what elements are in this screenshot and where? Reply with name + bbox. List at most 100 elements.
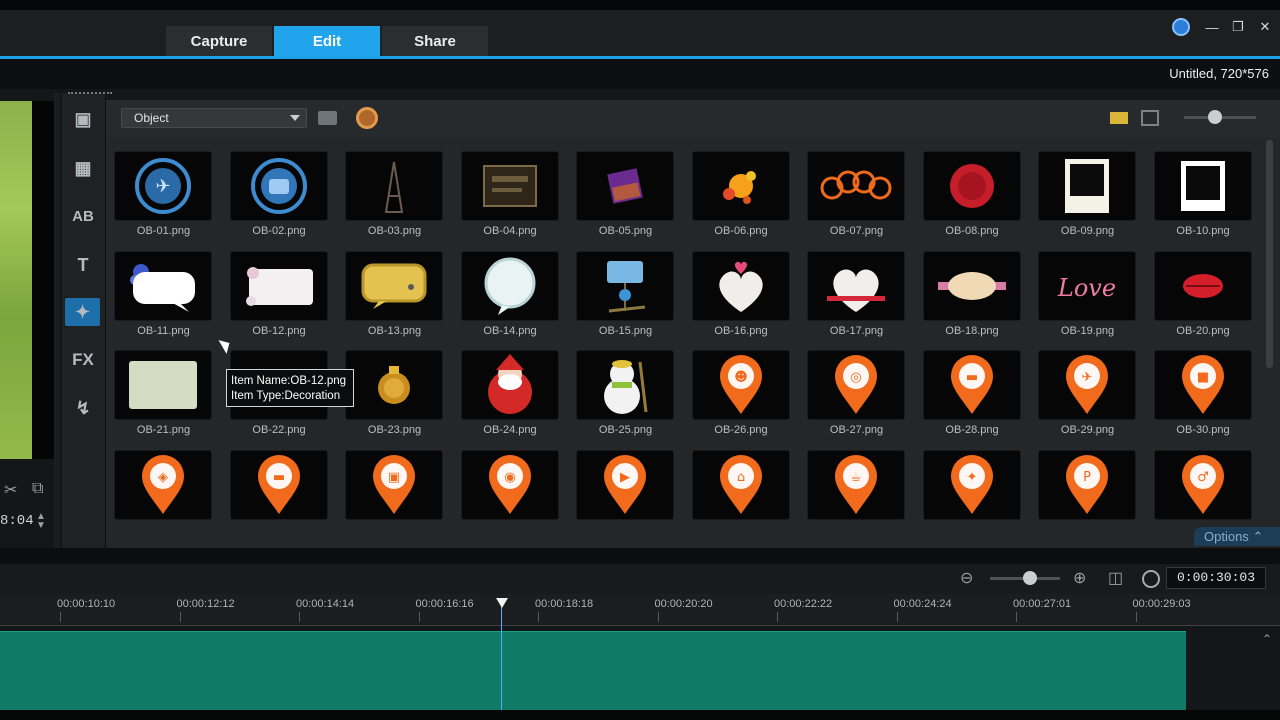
item-thumbnail[interactable] <box>1154 251 1251 320</box>
clock-icon[interactable] <box>1142 570 1160 588</box>
item-thumbnail[interactable]: ◈ <box>115 450 211 519</box>
timeline-zoom-knob[interactable] <box>1022 571 1037 585</box>
item-thumbnail[interactable]: ✈ <box>1039 351 1135 419</box>
item-thumbnail[interactable] <box>461 152 558 220</box>
item-thumbnail[interactable] <box>461 251 558 320</box>
minimize-icon[interactable]: — <box>1202 17 1222 37</box>
library-item[interactable]: ⌂ <box>684 439 799 521</box>
item-thumbnail[interactable] <box>577 251 673 320</box>
library-item[interactable]: OB-16.png <box>684 240 799 340</box>
video-clip[interactable] <box>0 631 1186 710</box>
item-thumbnail[interactable]: ⌂ <box>692 450 789 519</box>
drag-handle[interactable] <box>68 92 112 96</box>
graphic-icon[interactable]: ✦ <box>65 298 100 326</box>
item-thumbnail[interactable]: ♂ <box>1154 450 1251 519</box>
library-item[interactable]: OB-18.png <box>915 240 1030 340</box>
item-thumbnail[interactable]: ◎ <box>808 351 904 419</box>
library-item[interactable]: OB-17.png <box>799 240 914 340</box>
online-globe-icon[interactable] <box>1172 18 1190 36</box>
tab-share[interactable]: Share <box>382 26 488 56</box>
category-dropdown[interactable]: Object <box>121 108 307 128</box>
library-item[interactable]: OB-20.png <box>1146 240 1261 340</box>
item-thumbnail[interactable] <box>115 351 211 419</box>
library-item[interactable]: ◎ OB-27.png <box>799 339 914 439</box>
tab-capture[interactable]: Capture <box>166 26 272 56</box>
library-item[interactable]: OB-23.png <box>337 339 452 439</box>
library-item[interactable]: P <box>1030 439 1145 521</box>
library-item[interactable]: OB-12.png <box>222 240 337 340</box>
library-item[interactable]: OB-04.png <box>453 140 568 240</box>
item-thumbnail[interactable]: ☻ <box>692 351 789 419</box>
item-thumbnail[interactable] <box>1154 152 1251 220</box>
item-thumbnail[interactable]: ▬ <box>923 351 1020 419</box>
library-item[interactable]: ▶ <box>568 439 683 521</box>
item-thumbnail[interactable] <box>923 251 1020 320</box>
item-thumbnail[interactable]: P <box>1039 450 1135 519</box>
tab-edit[interactable]: Edit <box>274 26 380 56</box>
library-item[interactable]: ♂ <box>1146 439 1261 521</box>
transition-icon[interactable]: AB <box>70 203 96 229</box>
library-item[interactable]: OB-07.png <box>799 140 914 240</box>
path-icon[interactable]: ↯ <box>70 395 96 421</box>
zoom-out-icon[interactable]: ⊖ <box>960 568 973 588</box>
library-item[interactable]: OB-11.png <box>106 240 221 340</box>
list-view-icon[interactable] <box>1110 112 1128 124</box>
instant-project-icon[interactable]: ▦ <box>70 155 96 181</box>
library-item[interactable]: OB-14.png <box>453 240 568 340</box>
fit-project-icon[interactable]: ◫ <box>1108 568 1123 588</box>
item-thumbnail[interactable]: ☕ <box>808 450 904 519</box>
item-thumbnail[interactable]: ✦ <box>923 450 1020 519</box>
library-item[interactable]: ✈ OB-29.png <box>1030 339 1145 439</box>
library-item[interactable]: OB-05.png <box>568 140 683 240</box>
item-thumbnail[interactable] <box>808 251 904 320</box>
timecode-spinner-icon[interactable]: ▲ ▼ <box>36 512 46 531</box>
item-thumbnail[interactable] <box>808 152 904 220</box>
item-thumbnail[interactable] <box>346 351 442 419</box>
item-thumbnail[interactable] <box>923 152 1020 220</box>
filter-icon[interactable]: FX <box>70 347 96 373</box>
item-thumbnail[interactable] <box>461 351 558 419</box>
library-item[interactable]: OB-03.png <box>337 140 452 240</box>
get-more-icon[interactable] <box>356 107 378 129</box>
library-item[interactable]: ☻ OB-26.png <box>684 339 799 439</box>
library-item[interactable]: OB-06.png <box>684 140 799 240</box>
library-item[interactable]: ▬ <box>222 439 337 521</box>
library-item[interactable]: OB-10.png <box>1146 140 1261 240</box>
item-thumbnail[interactable]: ▶ <box>577 450 673 519</box>
library-item[interactable]: ✦ <box>915 439 1030 521</box>
library-item[interactable]: OB-25.png <box>568 339 683 439</box>
item-thumbnail[interactable] <box>346 152 442 220</box>
item-thumbnail[interactable] <box>692 251 789 320</box>
timeline-scroll-up-icon[interactable]: ⌃ <box>1262 632 1272 646</box>
library-item[interactable]: OB-15.png <box>568 240 683 340</box>
library-item[interactable]: ▬ OB-28.png <box>915 339 1030 439</box>
options-button[interactable]: Options ⌃ <box>1194 527 1280 546</box>
library-item[interactable]: OB-09.png <box>1030 140 1145 240</box>
item-thumbnail[interactable]: Love <box>1039 251 1135 320</box>
item-thumbnail[interactable]: ▣ <box>346 450 442 519</box>
item-thumbnail[interactable]: ✈ <box>115 152 211 220</box>
item-thumbnail[interactable]: ◉ <box>461 450 558 519</box>
library-item[interactable]: OB-24.png <box>453 339 568 439</box>
library-item[interactable]: OB-02.png <box>222 140 337 240</box>
item-thumbnail[interactable] <box>230 251 327 320</box>
item-thumbnail[interactable] <box>346 251 442 320</box>
library-scrollbar[interactable] <box>1266 140 1273 368</box>
preview-timecode[interactable]: 8:04 <box>0 513 34 529</box>
item-thumbnail[interactable] <box>577 152 673 220</box>
thumbnail-size-knob[interactable] <box>1208 110 1222 124</box>
library-item[interactable]: OB-08.png <box>915 140 1030 240</box>
project-duration[interactable]: 0:00:30:03 <box>1166 567 1266 589</box>
scissors-icon[interactable]: ✂ <box>4 480 17 500</box>
library-item[interactable]: ◉ <box>453 439 568 521</box>
library-item[interactable]: OB-13.png <box>337 240 452 340</box>
library-item[interactable]: ◈ <box>106 439 221 521</box>
item-thumbnail[interactable]: ▬ <box>230 450 327 519</box>
playhead-line[interactable] <box>501 605 502 710</box>
playhead-marker[interactable] <box>496 598 508 608</box>
library-item[interactable]: OB-21.png <box>106 339 221 439</box>
item-thumbnail[interactable] <box>692 152 789 220</box>
item-thumbnail[interactable] <box>230 152 327 220</box>
title-icon[interactable]: T <box>70 252 96 278</box>
close-icon[interactable]: ✕ <box>1255 17 1275 37</box>
